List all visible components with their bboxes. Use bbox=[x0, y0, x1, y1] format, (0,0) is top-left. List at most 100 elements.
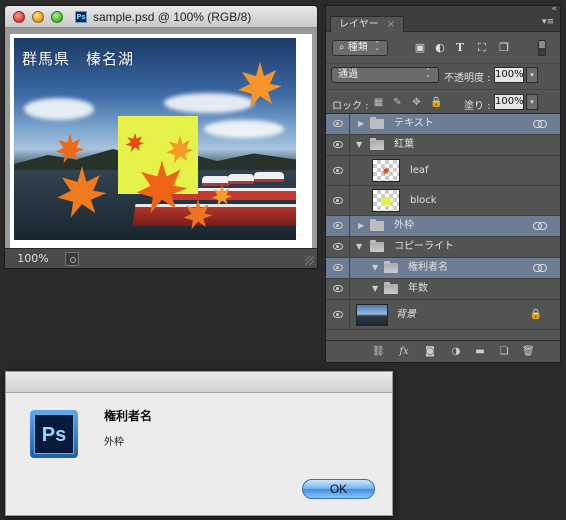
opacity-field[interactable]: 100% bbox=[494, 67, 524, 83]
visibility-toggle[interactable] bbox=[326, 258, 350, 278]
canvas[interactable]: 群馬県 榛名湖 bbox=[10, 34, 312, 248]
layer-name: コピーライト bbox=[394, 241, 454, 252]
status-bar: 100% bbox=[5, 248, 317, 268]
filter-toggle-switch[interactable] bbox=[538, 40, 546, 56]
visibility-toggle[interactable] bbox=[326, 237, 350, 257]
status-info-button[interactable] bbox=[65, 252, 79, 266]
layer-list: ▶ テキスト ▼ 紅葉 leaf block ▶ 外枠 ▼ コピーライト ▼ 権… bbox=[326, 113, 560, 330]
eye-icon bbox=[333, 243, 343, 250]
boat-shape bbox=[254, 172, 284, 182]
layer-row-block[interactable]: block bbox=[326, 186, 560, 216]
ok-button[interactable]: OK bbox=[302, 479, 375, 499]
canvas-caption: 群馬県 榛名湖 bbox=[22, 50, 135, 68]
visibility-toggle[interactable] bbox=[326, 279, 350, 299]
layer-name: テキスト bbox=[394, 118, 434, 129]
document-titlebar[interactable]: Ps sample.psd @ 100% (RGB/8) bbox=[5, 6, 317, 28]
dialog-titlebar[interactable] bbox=[6, 372, 392, 393]
alert-dialog: Ps 権利者名 外枠 OK bbox=[5, 371, 393, 516]
shape-filter-icon[interactable]: ⛶ bbox=[476, 42, 488, 54]
adjustment-filter-icon[interactable]: ◐ bbox=[434, 42, 446, 54]
panel-menu-icon[interactable]: ▾≡ bbox=[542, 17, 554, 27]
link-layers-icon[interactable]: ⛓ bbox=[372, 346, 385, 358]
visibility-toggle[interactable] bbox=[326, 216, 350, 236]
layer-row-background[interactable]: 背景 🔒 bbox=[326, 300, 560, 330]
document-title: sample.psd @ 100% (RGB/8) bbox=[93, 10, 252, 24]
expanded-arrow-icon[interactable]: ▼ bbox=[372, 263, 378, 273]
photoshop-logo-text: Ps bbox=[34, 414, 74, 454]
visibility-toggle[interactable] bbox=[326, 186, 350, 215]
layer-filter-row: ⌕ 種類 ▣ ◐ T ⛶ ❐ bbox=[326, 37, 560, 59]
collapse-icon[interactable]: « bbox=[551, 4, 556, 14]
layer-row-autumn-group[interactable]: ▼ 紅葉 bbox=[326, 135, 560, 156]
panel-tabbar: レイヤー × ▾≡ bbox=[326, 16, 560, 32]
expanded-arrow-icon[interactable]: ▼ bbox=[372, 284, 378, 294]
add-mask-icon[interactable]: ◙ bbox=[424, 346, 436, 358]
fill-field[interactable]: 100% bbox=[494, 94, 524, 110]
zoom-window-button[interactable] bbox=[51, 11, 63, 23]
filter-kind-value: 種類 bbox=[347, 42, 368, 53]
pixel-filter-icon[interactable]: ▣ bbox=[414, 42, 426, 54]
link-icon bbox=[533, 222, 547, 230]
canvas-area[interactable]: 群馬県 榛名湖 bbox=[5, 28, 317, 250]
tab-layers[interactable]: レイヤー × bbox=[330, 16, 405, 32]
blend-mode-select[interactable]: 通過 bbox=[331, 67, 439, 83]
smart-object-filter-icon[interactable]: ❐ bbox=[498, 42, 510, 54]
lock-label: ロック : bbox=[332, 101, 369, 112]
visibility-toggle[interactable] bbox=[326, 135, 350, 155]
fill-dropdown-icon[interactable]: ▾ bbox=[526, 94, 538, 110]
maple-leaf-icon bbox=[55, 133, 85, 164]
dialog-title: 権利者名 bbox=[104, 409, 153, 423]
collapsed-arrow-icon[interactable]: ▶ bbox=[358, 119, 364, 129]
eye-icon bbox=[333, 141, 343, 148]
maple-leaf-icon bbox=[125, 132, 145, 153]
eye-icon bbox=[333, 264, 343, 271]
resize-grip-icon[interactable] bbox=[305, 256, 314, 265]
yellow-square-icon bbox=[381, 197, 391, 205]
opacity-dropdown-icon[interactable]: ▾ bbox=[526, 67, 538, 83]
expanded-arrow-icon[interactable]: ▼ bbox=[356, 242, 362, 252]
close-window-button[interactable] bbox=[13, 11, 25, 23]
visibility-toggle[interactable] bbox=[326, 300, 350, 329]
layer-name: 紅葉 bbox=[394, 139, 414, 150]
folder-open-icon bbox=[384, 261, 398, 273]
layer-row-leaf[interactable]: leaf bbox=[326, 156, 560, 186]
layer-name: 権利者名 bbox=[408, 262, 448, 273]
dialog-message: 外枠 bbox=[104, 437, 124, 448]
folder-icon bbox=[370, 219, 384, 231]
lock-all-icon[interactable]: 🔒 bbox=[430, 97, 442, 108]
fx-icon[interactable]: fx bbox=[398, 346, 410, 358]
visibility-toggle[interactable] bbox=[326, 156, 350, 185]
new-group-icon[interactable]: ▬ bbox=[474, 346, 486, 358]
lock-position-icon[interactable]: ✥ bbox=[411, 97, 422, 108]
eye-icon bbox=[333, 120, 343, 127]
type-filter-icon[interactable]: T bbox=[454, 42, 466, 54]
folder-open-icon bbox=[384, 282, 398, 294]
visibility-toggle[interactable] bbox=[326, 114, 350, 134]
background-thumb-icon bbox=[356, 304, 388, 326]
collapsed-arrow-icon[interactable]: ▶ bbox=[358, 221, 364, 231]
layer-name: leaf bbox=[410, 164, 429, 176]
lock-paint-icon[interactable]: ✎ bbox=[392, 97, 403, 108]
adjustment-layer-icon[interactable]: ◑ bbox=[450, 346, 462, 358]
layer-row-rights-holder-group[interactable]: ▼ 権利者名 bbox=[326, 258, 560, 279]
trash-icon[interactable]: 🗑 bbox=[522, 346, 535, 358]
folder-open-icon bbox=[370, 138, 384, 150]
new-layer-icon[interactable]: ❏ bbox=[498, 346, 510, 358]
layer-row-text-group[interactable]: ▶ テキスト bbox=[326, 114, 560, 135]
panel-footer: ⛓ fx ◙ ◑ ▬ ❏ 🗑 bbox=[326, 340, 560, 362]
filter-kind-select[interactable]: ⌕ 種類 bbox=[332, 40, 388, 56]
expanded-arrow-icon[interactable]: ▼ bbox=[356, 140, 362, 150]
cloud-shape bbox=[204, 120, 284, 138]
eye-icon bbox=[333, 310, 343, 318]
layer-row-year-group[interactable]: ▼ 年数 bbox=[326, 279, 560, 300]
zoom-level[interactable]: 100% bbox=[11, 252, 55, 266]
folder-icon bbox=[370, 117, 384, 129]
eye-icon bbox=[333, 196, 343, 204]
layer-row-frame-group[interactable]: ▶ 外枠 bbox=[326, 216, 560, 237]
tab-close-icon[interactable]: × bbox=[387, 19, 395, 30]
layer-row-copyright-group[interactable]: ▼ コピーライト bbox=[326, 237, 560, 258]
eye-icon bbox=[333, 285, 343, 292]
minimize-window-button[interactable] bbox=[32, 11, 44, 23]
lock-transparency-icon[interactable]: ▦ bbox=[373, 97, 384, 108]
link-icon bbox=[533, 120, 547, 128]
